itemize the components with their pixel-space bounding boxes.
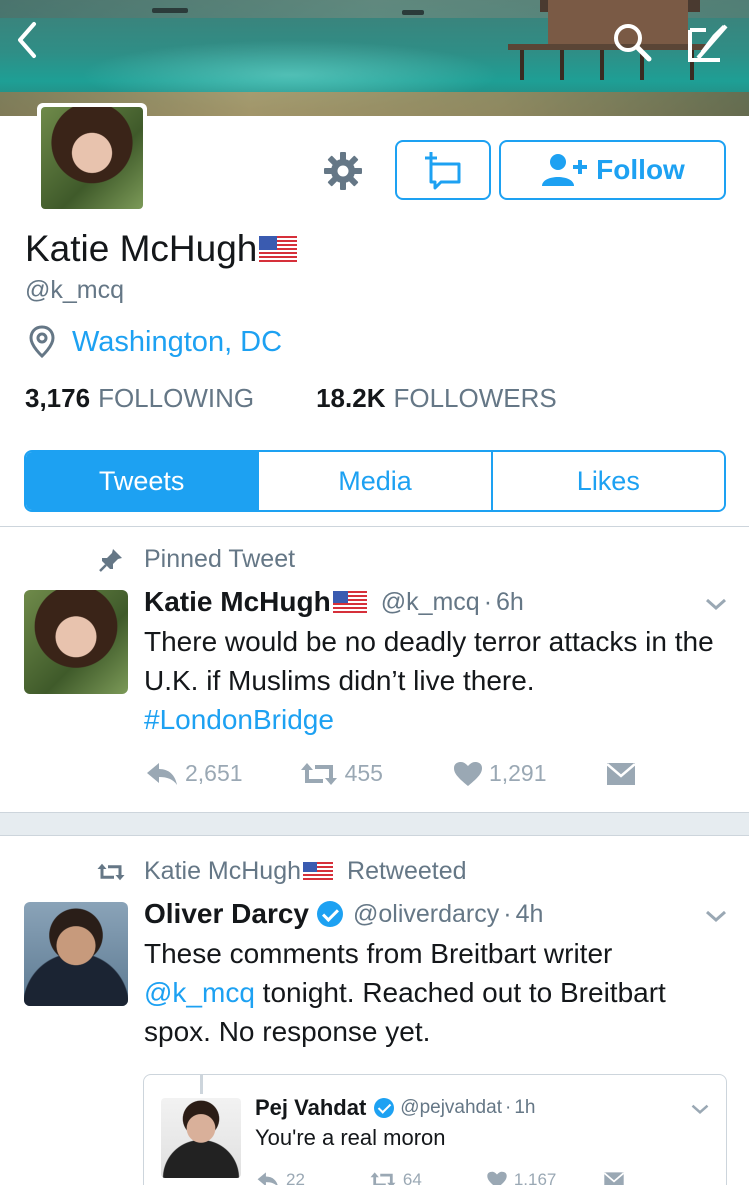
chevron-down-icon[interactable]	[704, 596, 728, 617]
retweeted-label: Retweeted	[347, 857, 467, 885]
like-button[interactable]: 1,291	[453, 760, 547, 787]
chevron-down-icon[interactable]	[704, 908, 728, 929]
following-label: FOLLOWING	[98, 383, 255, 413]
retweet-count: 64	[402, 1170, 422, 1185]
profile-stats: 3,176 FOLLOWING 18.2K FOLLOWERS	[25, 383, 557, 414]
tweet-author[interactable]: Oliver Darcy @oliverdarcy · 4h	[144, 898, 543, 930]
retweet-button[interactable]: 64	[369, 1170, 422, 1185]
pinned-label: Pinned Tweet	[144, 545, 296, 573]
tweet-separator: ·	[504, 1097, 512, 1118]
retweet-button[interactable]: 455	[299, 760, 383, 787]
following-stat[interactable]: 3,176 FOLLOWING	[25, 383, 254, 414]
quoted-actions: 22 64 1,167	[256, 1170, 626, 1185]
add-user-icon	[542, 154, 588, 186]
tweet-text: There would be no deadly terror attacks …	[144, 622, 734, 739]
us-flag-icon	[259, 236, 298, 262]
location-pin-icon	[29, 325, 55, 359]
like-count: 1,167	[513, 1170, 557, 1185]
follow-label: Follow	[596, 154, 685, 185]
thread-line	[200, 1074, 203, 1094]
verified-badge-icon	[374, 1098, 395, 1118]
tab-tweets[interactable]: Tweets	[26, 452, 258, 510]
us-flag-icon	[303, 862, 334, 881]
verified-badge-icon	[317, 901, 343, 927]
reply-count: 2,651	[185, 760, 243, 786]
retweet-icon	[97, 863, 125, 880]
tweet-author-name: Katie McHugh	[144, 586, 331, 617]
tweet-text-body: There would be no deadly terror attacks …	[144, 626, 714, 696]
heart-icon	[453, 761, 482, 786]
tweet-author-name: Oliver Darcy	[144, 898, 309, 929]
followers-count: 18.2K	[316, 383, 386, 413]
tweet-time: 6h	[496, 587, 524, 616]
tweet-text: These comments from Breitbart writer @k_…	[144, 934, 734, 1051]
following-count: 3,176	[25, 383, 91, 413]
reply-button[interactable]: 22	[256, 1170, 305, 1185]
heart-icon	[487, 1171, 507, 1185]
tab-media[interactable]: Media	[257, 452, 491, 510]
retweet-context: Katie McHugh Retweeted	[96, 857, 467, 886]
tweet-author[interactable]: Katie McHugh @k_mcq · 6h	[144, 586, 524, 618]
pin-icon	[99, 548, 122, 572]
hashtag-link[interactable]: #LondonBridge	[144, 704, 334, 735]
tweet-text-body: These comments from Breitbart writer	[144, 938, 613, 969]
compose-icon[interactable]	[684, 18, 730, 64]
profile-location[interactable]: Washington, DC	[28, 325, 282, 359]
envelope-icon	[604, 1172, 625, 1185]
envelope-icon	[605, 762, 636, 785]
avatar[interactable]	[161, 1098, 241, 1178]
quoted-time: 1h	[514, 1097, 536, 1118]
divider	[0, 526, 749, 527]
retweet-icon	[370, 1172, 396, 1185]
tweet-separator: ·	[503, 899, 512, 928]
direct-message-button[interactable]	[602, 1171, 626, 1185]
reply-count: 22	[286, 1170, 305, 1185]
profile-name-text: Katie McHugh	[25, 228, 258, 269]
section-gap	[0, 812, 749, 836]
profile-handle: @k_mcq	[25, 276, 125, 304]
gear-icon[interactable]	[322, 150, 364, 192]
quoted-text: You're a real moron	[255, 1125, 446, 1150]
like-button[interactable]: 1,167	[486, 1170, 557, 1185]
reply-icon	[257, 1172, 278, 1185]
mention-link[interactable]: @k_mcq	[144, 977, 255, 1008]
retweet-icon	[300, 762, 337, 785]
tweet-handle: @k_mcq	[380, 587, 480, 616]
location-link[interactable]: Washington, DC	[72, 326, 282, 359]
chevron-down-icon[interactable]	[690, 1102, 710, 1121]
tweet-actions: 2,651 455 1,291	[145, 760, 637, 787]
add-list-icon	[425, 152, 461, 190]
follow-button[interactable]: Follow	[499, 140, 726, 200]
profile-tabs: Tweets Media Likes	[24, 450, 726, 512]
retweeter-name[interactable]: Katie McHugh	[144, 857, 301, 886]
tab-likes[interactable]: Likes	[490, 452, 724, 510]
search-icon[interactable]	[610, 20, 654, 64]
quoted-handle: @pejvahdat	[400, 1097, 502, 1118]
direct-message-button[interactable]	[605, 761, 637, 787]
back-icon[interactable]	[10, 20, 44, 60]
tweet-time: 4h	[515, 899, 544, 928]
profile-name: Katie McHugh	[25, 228, 298, 270]
quoted-author-name: Pej Vahdat	[255, 1095, 367, 1120]
like-count: 1,291	[488, 760, 547, 786]
followers-stat[interactable]: 18.2K FOLLOWERS	[316, 383, 557, 414]
avatar[interactable]	[24, 590, 128, 694]
retweet-count: 455	[344, 760, 383, 786]
pinned-context: Pinned Tweet	[98, 545, 295, 574]
avatar[interactable]	[24, 902, 128, 1006]
profile-avatar[interactable]	[37, 103, 147, 213]
us-flag-icon	[332, 591, 367, 613]
tweet-separator: ·	[483, 587, 493, 616]
add-to-list-button[interactable]	[395, 140, 491, 200]
reply-icon	[147, 762, 177, 785]
tweet-handle: @oliverdarcy	[353, 899, 500, 928]
quoted-author[interactable]: Pej Vahdat @pejvahdat · 1h	[255, 1095, 535, 1121]
reply-button[interactable]: 2,651	[145, 760, 243, 787]
followers-label: FOLLOWERS	[393, 383, 557, 413]
